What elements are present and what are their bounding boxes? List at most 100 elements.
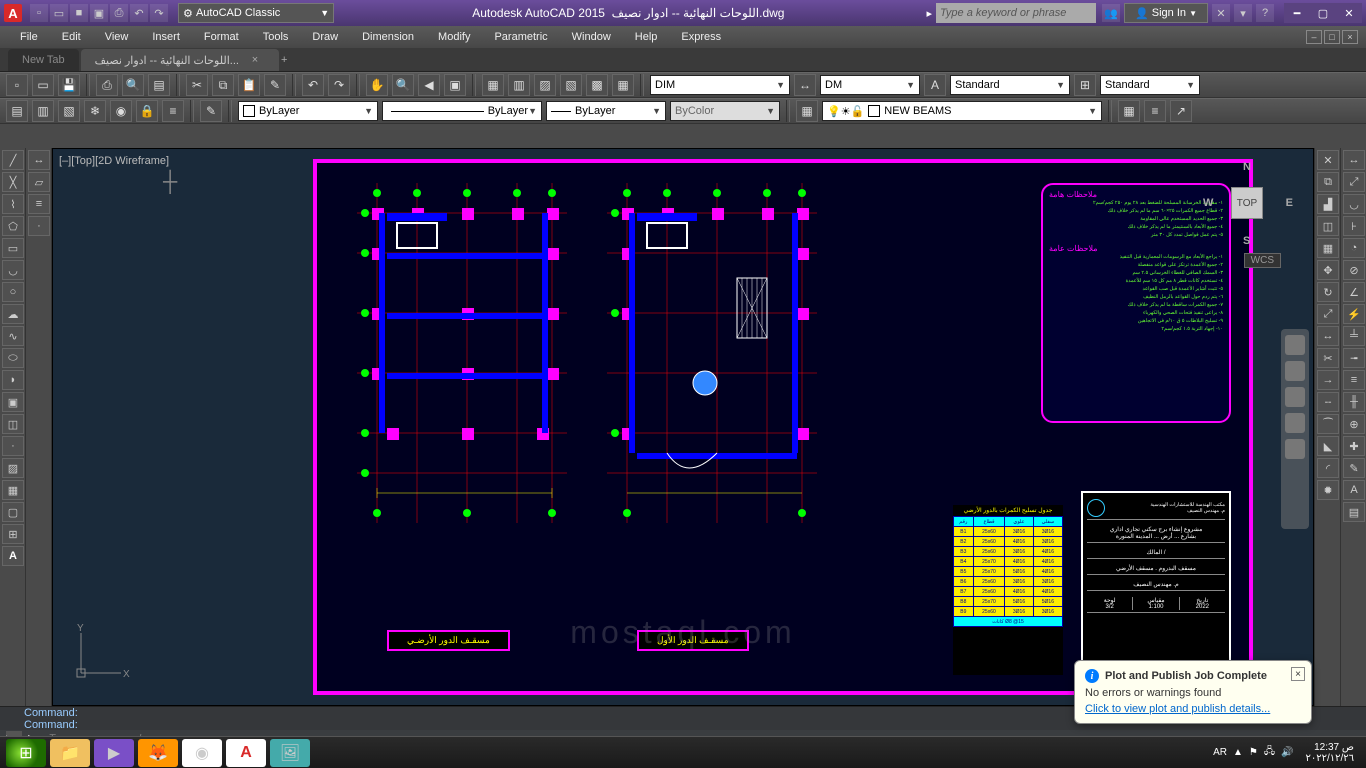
- workspace-dropdown[interactable]: ⚙ AutoCAD Classic ▼: [178, 3, 334, 23]
- dimquick-icon[interactable]: ⚡: [1343, 304, 1365, 324]
- menu-window[interactable]: Window: [560, 26, 623, 48]
- circle-icon[interactable]: ○: [2, 282, 24, 302]
- line-icon[interactable]: ╱: [2, 150, 24, 170]
- erase-icon[interactable]: ✕: [1317, 150, 1339, 170]
- dimcontinue-icon[interactable]: ╼: [1343, 348, 1365, 368]
- dimbaseline-icon[interactable]: ╧: [1343, 326, 1365, 346]
- layerprev-icon[interactable]: ▥: [32, 100, 54, 122]
- area-icon[interactable]: ▱: [28, 172, 50, 192]
- app-logo[interactable]: A: [4, 4, 22, 22]
- viewcube-face[interactable]: TOP: [1231, 187, 1263, 219]
- scale-icon[interactable]: ⤢: [1317, 304, 1339, 324]
- tolerance-icon[interactable]: ⊕: [1343, 414, 1365, 434]
- pline-icon[interactable]: ⌇: [2, 194, 24, 214]
- save-icon[interactable]: 💾: [58, 74, 80, 96]
- open-icon[interactable]: ▭: [32, 74, 54, 96]
- taskbar-media-icon[interactable]: ▶: [94, 739, 134, 767]
- viewcube-east[interactable]: E: [1286, 197, 1293, 209]
- minimize-button[interactable]: ━: [1284, 3, 1310, 23]
- viewcube[interactable]: N S E W TOP: [1203, 159, 1293, 249]
- add-tab-button[interactable]: +: [281, 49, 301, 71]
- tray-volume-icon[interactable]: 🔊: [1281, 747, 1293, 758]
- tray-flag-icon[interactable]: ▲: [1233, 747, 1243, 758]
- spline-icon[interactable]: ∿: [2, 326, 24, 346]
- layeroff-icon[interactable]: ◉: [110, 100, 132, 122]
- mleader-icon[interactable]: ↗: [1170, 100, 1192, 122]
- properties-icon[interactable]: ▦: [482, 74, 504, 96]
- menu-edit[interactable]: Edit: [50, 26, 93, 48]
- region-icon[interactable]: ▢: [2, 502, 24, 522]
- revcloud-icon[interactable]: ☁: [2, 304, 24, 324]
- menu-view[interactable]: View: [93, 26, 141, 48]
- zoom-prev-icon[interactable]: ◀: [418, 74, 440, 96]
- nav-showmotion-icon[interactable]: [1285, 439, 1305, 459]
- layerstate-icon[interactable]: ▦: [1118, 100, 1140, 122]
- tray-network-icon[interactable]: 🖧: [1264, 744, 1275, 761]
- centermark-icon[interactable]: ✚: [1343, 436, 1365, 456]
- dimarc-icon[interactable]: ◡: [1343, 194, 1365, 214]
- array-icon[interactable]: ▦: [1317, 238, 1339, 258]
- id-icon[interactable]: ·: [28, 216, 50, 236]
- taskbar-explorer-icon[interactable]: 📁: [50, 739, 90, 767]
- nav-zoom-icon[interactable]: [1285, 387, 1305, 407]
- menu-insert[interactable]: Insert: [140, 26, 192, 48]
- restore-button[interactable]: ▢: [1310, 3, 1336, 23]
- tab-close-icon[interactable]: ×: [245, 54, 265, 66]
- join-icon[interactable]: ⁀: [1317, 414, 1339, 434]
- toolpalettes-icon[interactable]: ▨: [534, 74, 556, 96]
- ellipsearc-icon[interactable]: ◗: [2, 370, 24, 390]
- copy-icon[interactable]: ⧉: [212, 74, 234, 96]
- textstyle-icon[interactable]: A: [924, 74, 946, 96]
- zoom-rt-icon[interactable]: 🔍: [392, 74, 414, 96]
- layerwalk-icon[interactable]: ≡: [1144, 100, 1166, 122]
- taskbar-chrome-icon[interactable]: ◉: [182, 739, 222, 767]
- publish-icon[interactable]: ▤: [148, 74, 170, 96]
- viewport-control[interactable]: [–][Top][2D Wireframe]: [59, 155, 169, 167]
- mdi-restore[interactable]: □: [1324, 30, 1340, 44]
- qat-plot-icon[interactable]: ⎙: [110, 4, 128, 22]
- help-icon[interactable]: ?: [1256, 4, 1274, 22]
- tablestyle-icon[interactable]: ⊞: [1074, 74, 1096, 96]
- plotstyle-dropdown[interactable]: ByColor▼: [670, 101, 780, 121]
- chamfer-icon[interactable]: ◣: [1317, 436, 1339, 456]
- new-icon[interactable]: ▫: [6, 74, 28, 96]
- tray-clock[interactable]: 12:37 ص ٢٠٢٢/١٢/٢٦: [1299, 742, 1360, 764]
- extend-icon[interactable]: →: [1317, 370, 1339, 390]
- undo-icon[interactable]: ↶: [302, 74, 324, 96]
- fillet-icon[interactable]: ◜: [1317, 458, 1339, 478]
- paste-icon[interactable]: 📋: [238, 74, 260, 96]
- qat-new-icon[interactable]: ▫: [30, 4, 48, 22]
- infocenter-icon[interactable]: 👥: [1102, 4, 1120, 22]
- linetype-dropdown[interactable]: ByLayer▼: [382, 101, 542, 121]
- lineweight-dropdown[interactable]: ByLayer▼: [546, 101, 666, 121]
- dimbreak-icon[interactable]: ╫: [1343, 392, 1365, 412]
- taskbar-photo-icon[interactable]: 🖼: [270, 739, 310, 767]
- textstyle1-dropdown[interactable]: Standard▼: [950, 75, 1070, 95]
- pan-icon[interactable]: ✋: [366, 74, 388, 96]
- offset-icon[interactable]: ◫: [1317, 216, 1339, 236]
- copy-obj-icon[interactable]: ⧉: [1317, 172, 1339, 192]
- dimradius-icon[interactable]: ◔: [1343, 238, 1365, 258]
- menu-express[interactable]: Express: [669, 26, 733, 48]
- cut-icon[interactable]: ✂: [186, 74, 208, 96]
- stretch-icon[interactable]: ↔: [1317, 326, 1339, 346]
- qat-redo-icon[interactable]: ↷: [150, 4, 168, 22]
- dimedit-icon[interactable]: ✎: [1343, 458, 1365, 478]
- dim-icon[interactable]: ↔: [794, 74, 816, 96]
- wcs-label[interactable]: WCS: [1244, 253, 1281, 268]
- sheetset-icon[interactable]: ▧: [560, 74, 582, 96]
- menu-parametric[interactable]: Parametric: [482, 26, 559, 48]
- redo-icon[interactable]: ↷: [328, 74, 350, 96]
- dimangular-icon[interactable]: ∠: [1343, 282, 1365, 302]
- match-icon[interactable]: ✎: [264, 74, 286, 96]
- menu-dimension[interactable]: Dimension: [350, 26, 426, 48]
- dimtext-dropdown[interactable]: DM▼: [820, 75, 920, 95]
- layeriso-icon[interactable]: ▧: [58, 100, 80, 122]
- mirror-icon[interactable]: ▟: [1317, 194, 1339, 214]
- menu-file[interactable]: File: [8, 26, 50, 48]
- layerfrz-icon[interactable]: ❄: [84, 100, 106, 122]
- preview-icon[interactable]: 🔍: [122, 74, 144, 96]
- dimspace-icon[interactable]: ≡: [1343, 370, 1365, 390]
- color-dropdown[interactable]: ByLayer▼: [238, 101, 378, 121]
- menu-draw[interactable]: Draw: [300, 26, 350, 48]
